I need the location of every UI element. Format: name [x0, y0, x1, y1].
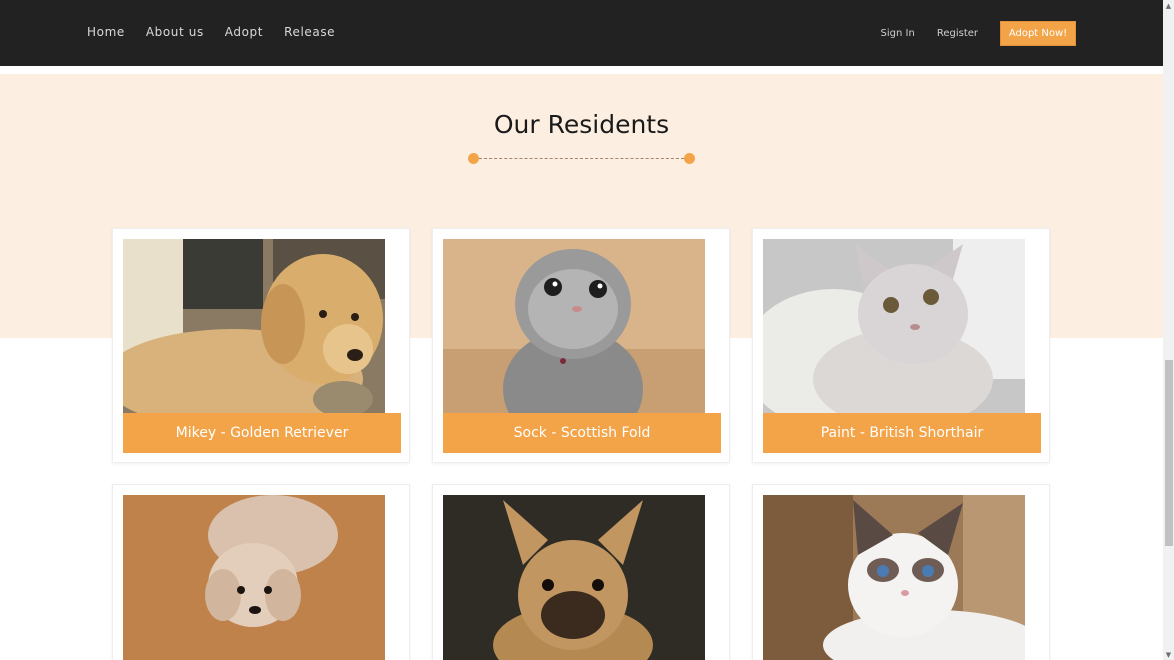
register-link[interactable]: Register — [937, 28, 978, 39]
nav-about-link[interactable]: About us — [146, 25, 204, 39]
resident-card[interactable]: Mikey - Golden Retriever — [112, 228, 410, 463]
section-title: Our Residents — [493, 110, 670, 139]
scroll-thumb[interactable] — [1165, 360, 1173, 546]
resident-card[interactable] — [112, 484, 410, 660]
scottish-fold-photo — [443, 239, 705, 413]
poodle-photo — [123, 495, 385, 660]
scroll-down-icon[interactable]: ▼ — [1163, 649, 1174, 660]
title-divider — [468, 153, 695, 164]
golden-retriever-photo — [123, 239, 385, 413]
resident-card[interactable] — [752, 484, 1050, 660]
resident-card[interactable]: Paint - British Shorthair — [752, 228, 1050, 463]
french-bulldog-photo — [443, 495, 705, 660]
divider-line — [479, 158, 684, 159]
nav-home-link[interactable]: Home — [87, 25, 125, 39]
nav-separator — [0, 66, 1163, 74]
sign-in-link[interactable]: Sign In — [881, 28, 915, 39]
resident-card[interactable] — [432, 484, 730, 660]
nav-release-link[interactable]: Release — [284, 25, 335, 39]
adopt-now-button[interactable]: Adopt Now! — [1000, 21, 1076, 46]
scroll-up-icon[interactable]: ▲ — [1163, 0, 1174, 11]
nav-adopt-link[interactable]: Adopt — [225, 25, 263, 39]
resident-caption[interactable]: Sock - Scottish Fold — [443, 413, 721, 453]
resident-card[interactable]: Sock - Scottish Fold — [432, 228, 730, 463]
primary-nav: Home About us Adopt Release — [87, 25, 356, 39]
vertical-scrollbar[interactable]: ▲ ▼ — [1163, 0, 1174, 660]
divider-dot-right — [684, 153, 695, 164]
top-navbar: Home About us Adopt Release Sign In Regi… — [0, 0, 1163, 66]
resident-caption[interactable]: Mikey - Golden Retriever — [123, 413, 401, 453]
divider-dot-left — [468, 153, 479, 164]
british-shorthair-photo — [763, 239, 1025, 413]
resident-caption[interactable]: Paint - British Shorthair — [763, 413, 1041, 453]
ragdoll-photo — [763, 495, 1025, 660]
account-nav: Sign In Register Adopt Now! — [881, 21, 1076, 46]
